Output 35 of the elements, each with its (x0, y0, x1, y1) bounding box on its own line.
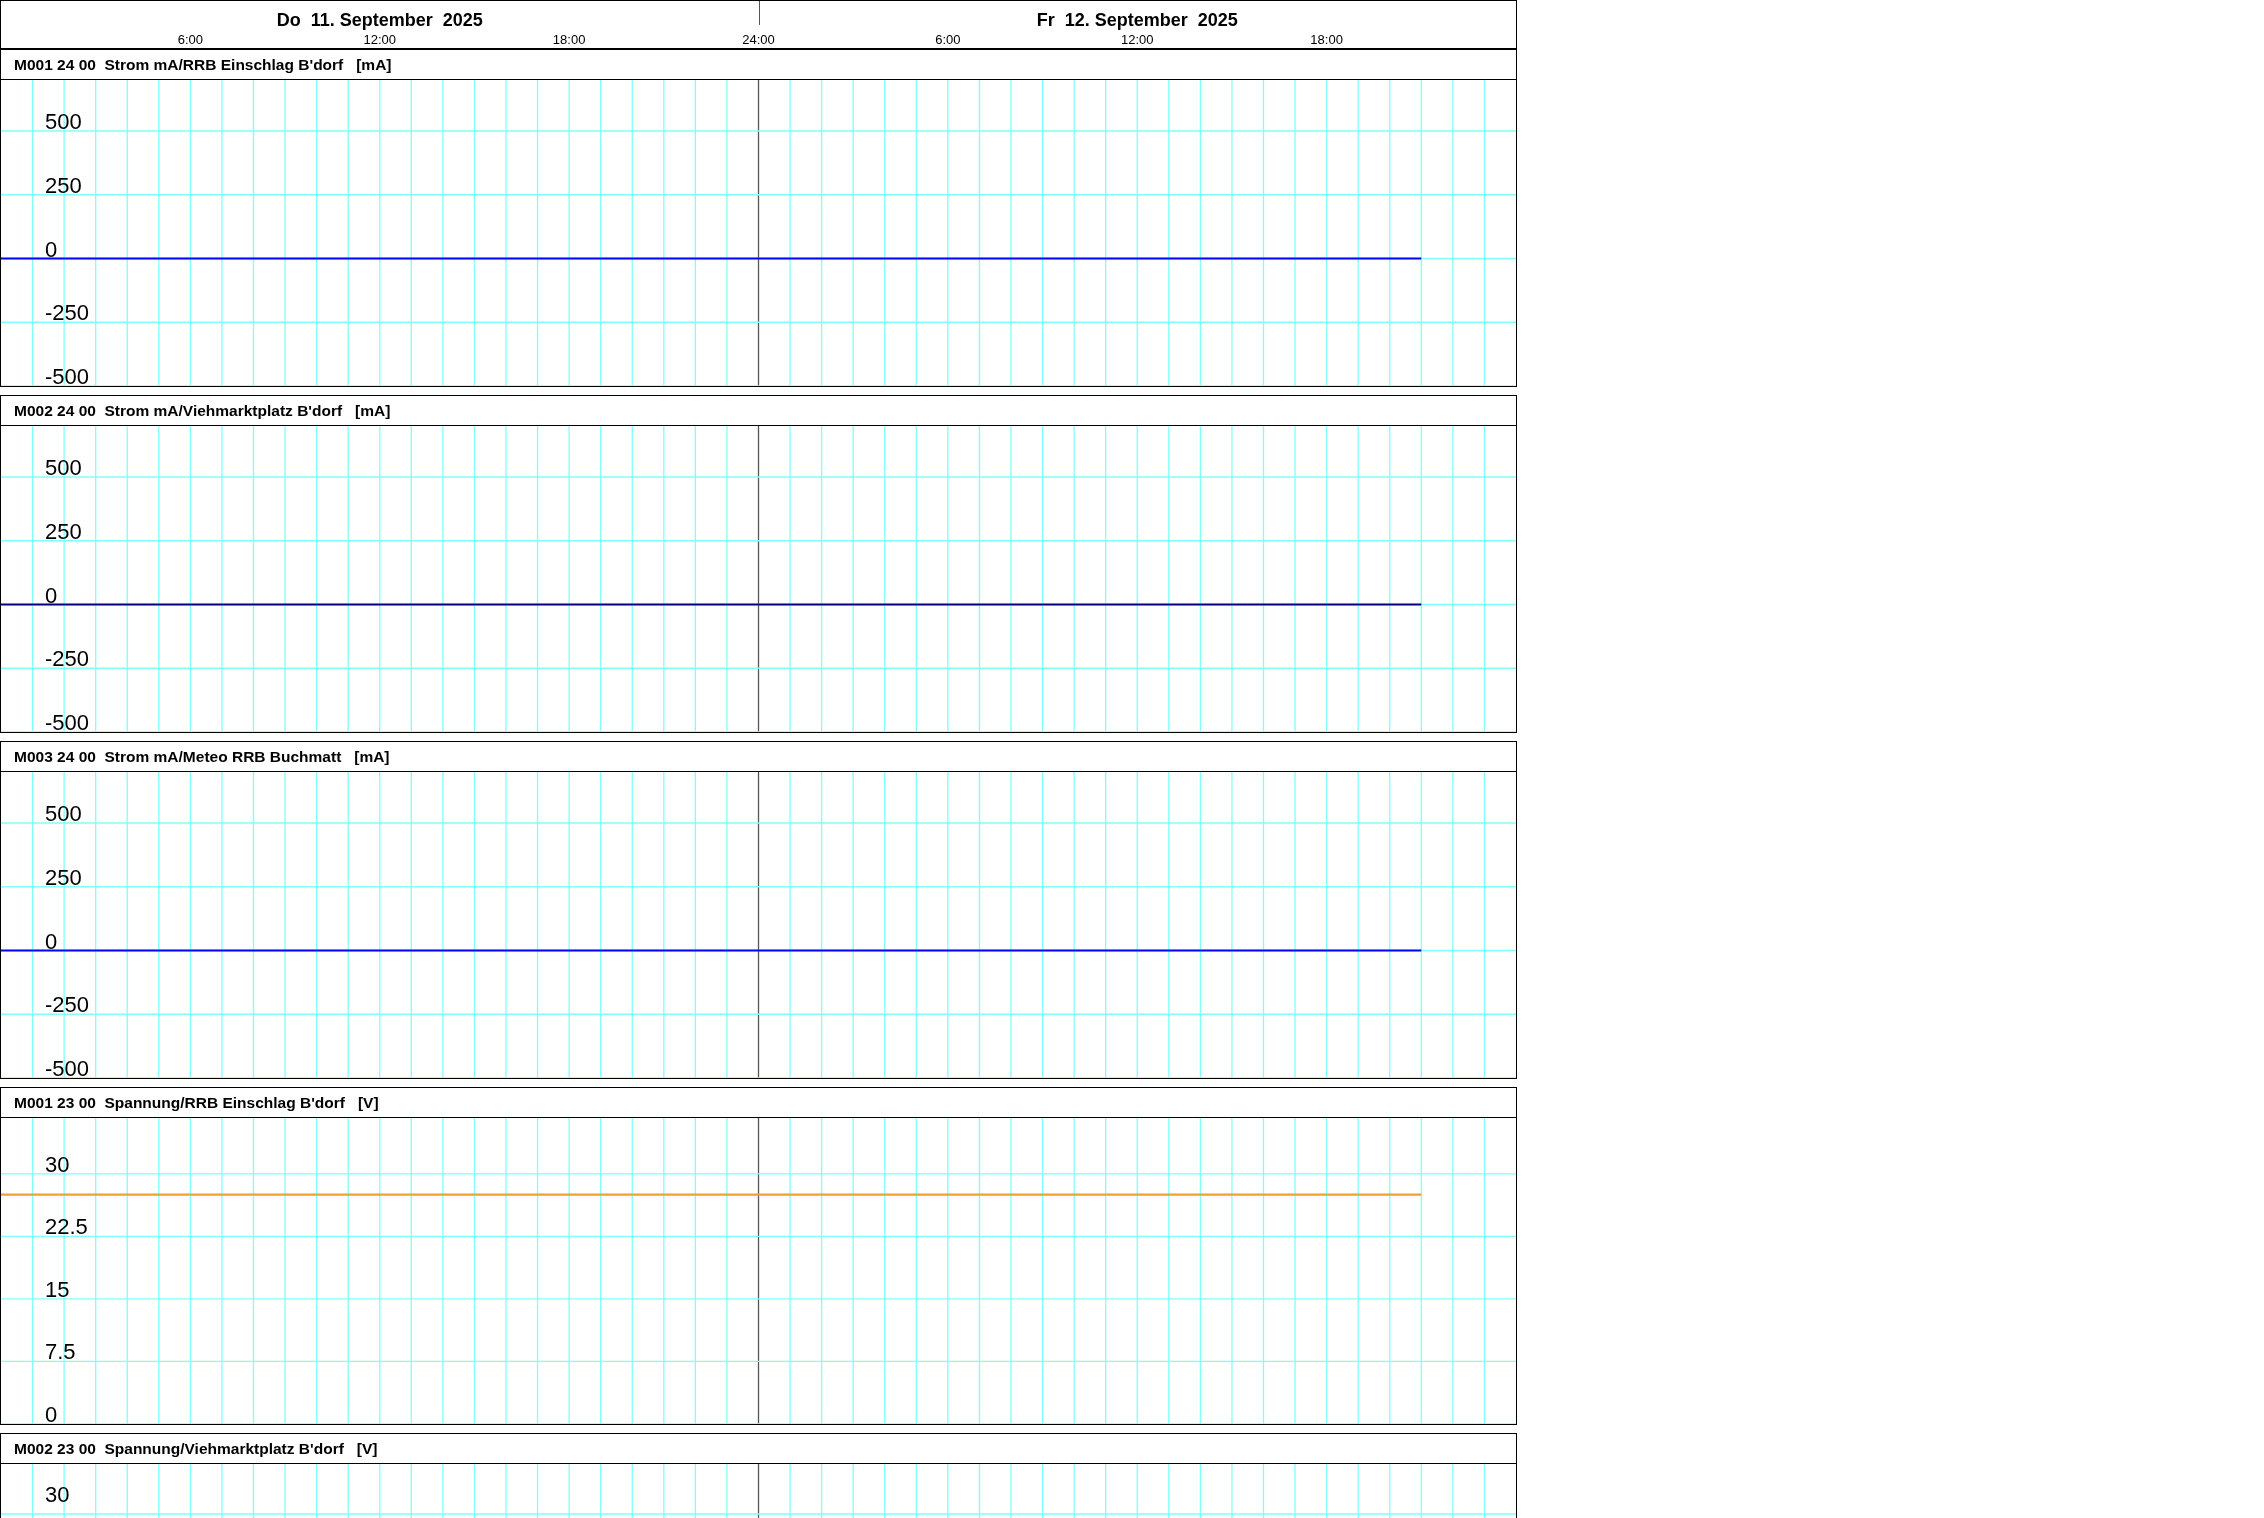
y-tick-label: 250 (45, 172, 82, 198)
y-tick-label: 500 (45, 455, 82, 480)
day-label: Fr 12. September 2025 (1036, 10, 1238, 31)
y-tick-label: 0 (45, 928, 58, 954)
y-tick-label: 0 (45, 236, 58, 262)
chart-title: M003 24 00 Strom mA/Meteo RRB Buchmatt [mA] (14, 747, 390, 766)
y-tick-label: 250 (45, 518, 82, 544)
time-tick-label: 12:00 (363, 32, 396, 47)
chart-title: M001 23 00 Spannung/RRB Einschlag B'dorf [V] (14, 1093, 379, 1112)
time-tick-label: 6:00 (177, 32, 204, 47)
y-tick-label: 30 (45, 1482, 70, 1507)
chart-title: M002 24 00 Strom mA/Viehmarktplatz B'dorf [mA] (14, 401, 391, 420)
y-tick-label: -250 (45, 992, 90, 1018)
y-tick-label: 250 (45, 864, 82, 890)
y-tick-label: 500 (45, 801, 82, 826)
y-tick-label: -500 (45, 1056, 90, 1078)
y-tick-label: -500 (45, 710, 90, 732)
chart-title: M002 23 00 Spannung/Viehmarktplatz B'dorf [V] (14, 1439, 378, 1458)
time-tick-label: 6:00 (935, 32, 961, 47)
time-tick-label: 18:00 (1310, 32, 1343, 47)
y-tick-label: 0 (45, 1402, 58, 1424)
chart-title: M001 24 00 Strom mA/RRB Einschlag B'dorf [mA] (14, 55, 392, 74)
y-tick-label: -250 (45, 646, 90, 672)
y-tick-label: 0 (45, 582, 58, 608)
y-tick-label: 500 (45, 109, 82, 134)
time-tick-label: 12:00 (1121, 32, 1154, 47)
y-tick-label: -250 (45, 300, 90, 326)
y-tick-label: 7.5 (45, 1339, 76, 1365)
y-tick-label: 30 (45, 1151, 70, 1177)
y-tick-label: -500 (45, 364, 90, 386)
time-tick-label: 18:00 (552, 32, 586, 47)
y-tick-label: 22.5 (45, 1214, 88, 1240)
time-tick-label: 24:00 (742, 32, 775, 47)
day-label: Do 11. September 2025 (276, 10, 483, 31)
y-tick-label: 15 (45, 1276, 70, 1302)
